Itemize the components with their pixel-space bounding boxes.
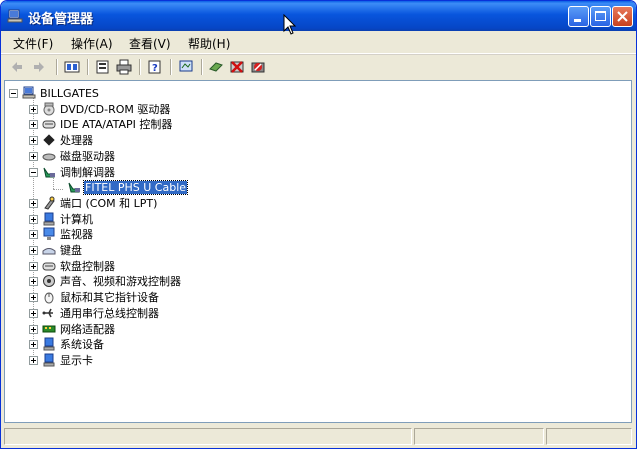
device-manager-window: 设备管理器 文件(F) 操作(A) 查看(V) 帮助(H) ? BILLGATE… [0, 0, 637, 449]
expand-toggle[interactable] [29, 261, 38, 271]
tree-item-label: FITEL PHS U Cable [82, 180, 189, 196]
close-icon [617, 11, 628, 22]
window-title: 设备管理器 [28, 12, 94, 27]
expand-toggle[interactable] [29, 355, 38, 365]
expand-toggle[interactable] [29, 340, 38, 350]
title-bar[interactable]: 设备管理器 [1, 1, 636, 31]
menu-bar: 文件(F) 操作(A) 查看(V) 帮助(H) [1, 31, 636, 54]
port-icon [44, 196, 55, 210]
tree-item-label: 系统设备 [60, 338, 104, 352]
menu-action[interactable]: 操作(A) [71, 35, 113, 52]
maximize-button[interactable] [590, 6, 611, 27]
tree-item-label: 调制解调器 [60, 165, 115, 179]
toolbar: ? [1, 54, 636, 79]
tree-item-label: 计算机 [60, 212, 93, 226]
expand-toggle[interactable] [29, 198, 38, 208]
display-adapter-icon [43, 353, 55, 367]
maximize-icon [595, 11, 606, 21]
cdrom-icon [43, 102, 55, 116]
close-button[interactable] [612, 6, 633, 27]
tree-item-label: 通用串行总线控制器 [60, 306, 159, 320]
tree-item-label: 端口 (COM 和 LPT) [60, 196, 158, 210]
floppy-controller-icon [42, 262, 56, 271]
expand-toggle[interactable] [29, 293, 38, 303]
expand-toggle[interactable] [29, 120, 38, 130]
tree-item-label: 网络适配器 [60, 322, 115, 336]
status-pane-main [4, 428, 412, 445]
status-pane-2 [414, 428, 544, 445]
menu-view[interactable]: 查看(V) [129, 35, 171, 52]
network-adapter-icon [42, 325, 56, 332]
scan-icon[interactable] [178, 59, 194, 75]
expand-toggle[interactable] [29, 324, 38, 334]
tree-item-label: 磁盘驱动器 [60, 149, 115, 163]
processor-icon [43, 134, 55, 146]
tree-item-label: 鼠标和其它指针设备 [60, 291, 159, 305]
mouse-icon [44, 292, 54, 304]
expand-toggle[interactable] [29, 277, 38, 287]
help-icon[interactable]: ? [147, 59, 163, 75]
disk-drive-icon [42, 153, 56, 161]
expand-toggle[interactable] [29, 230, 38, 240]
usb-icon [42, 308, 53, 318]
modem-icon [68, 182, 80, 193]
expand-toggle[interactable] [29, 214, 38, 224]
menu-file[interactable]: 文件(F) [13, 35, 53, 52]
device-tree-pane[interactable]: BILLGATES DVD/CD-ROM 驱动器 IDE ATA/ATAPI 控制… [4, 80, 632, 423]
minimize-button[interactable] [568, 6, 589, 27]
status-pane-3 [546, 428, 632, 445]
device-manager-icon [7, 9, 23, 23]
tree-item-label: 监视器 [60, 228, 93, 242]
tree-item-label: IDE ATA/ATAPI 控制器 [60, 118, 173, 132]
tree-item-label: 键盘 [60, 244, 82, 257]
root-label: BILLGATES [40, 87, 99, 100]
expand-toggle[interactable] [29, 104, 38, 114]
ide-controller-icon [42, 120, 56, 129]
mouse-cursor [283, 14, 297, 35]
tree-item-label: 软盘控制器 [60, 259, 115, 273]
keyboard-icon [42, 248, 56, 255]
sound-icon [43, 275, 55, 288]
computer-icon [43, 212, 55, 226]
tree-item-label: 显示卡 [60, 353, 93, 367]
tree-item-label: 处理器 [60, 134, 93, 148]
update-driver-icon[interactable] [208, 59, 224, 75]
menu-help[interactable]: 帮助(H) [188, 35, 230, 52]
print-icon[interactable] [116, 59, 132, 75]
uninstall-icon[interactable] [229, 59, 245, 75]
minimize-icon [574, 19, 581, 22]
up-icon[interactable] [64, 59, 80, 75]
tree-item-label: 声音、视频和游戏控制器 [60, 275, 181, 289]
expand-toggle[interactable] [29, 308, 38, 318]
expand-toggle[interactable] [29, 151, 38, 161]
monitor-icon [43, 227, 55, 241]
computer-icon [22, 86, 36, 99]
properties-icon[interactable] [95, 59, 111, 75]
svg-text:?: ? [152, 63, 158, 74]
expand-toggle[interactable] [29, 246, 38, 255]
modem-icon [43, 167, 55, 177]
forward-icon[interactable] [31, 59, 47, 75]
back-icon[interactable] [9, 59, 25, 75]
expand-toggle[interactable] [29, 136, 38, 146]
disable-icon[interactable] [250, 59, 266, 75]
collapse-toggle[interactable] [29, 167, 38, 177]
collapse-toggle[interactable] [9, 89, 18, 98]
tree-item-label: DVD/CD-ROM 驱动器 [60, 102, 171, 116]
status-bar [1, 425, 636, 448]
system-device-icon [43, 337, 55, 351]
